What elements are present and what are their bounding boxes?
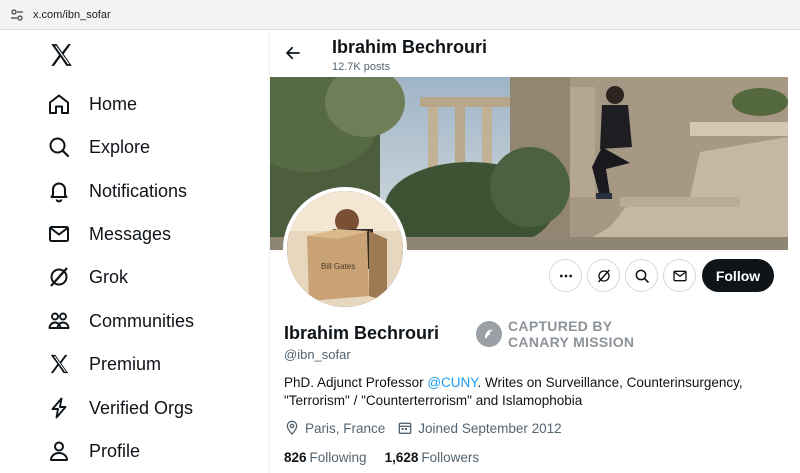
person-icon [46,438,72,464]
join-date-text: Joined September 2012 [418,420,562,436]
avatar[interactable]: Bill Gates [283,187,407,311]
sidebar-item-label: Profile [89,440,141,461]
sidebar-item-verified-orgs[interactable]: Verified Orgs [46,390,193,426]
people-icon [46,308,72,334]
sidebar-item-label: Grok [89,266,129,287]
sidebar-item-profile[interactable]: Profile [46,433,140,469]
header-name: Ibrahim Bechrouri [332,37,488,57]
box-text: Bill Gates [321,262,355,271]
sidebar-item-explore[interactable]: Explore [46,129,150,165]
following-label: Following [309,450,367,465]
grok-button[interactable] [587,259,620,292]
post-count: 12.7K posts [332,61,391,73]
sidebar-item-label: Verified Orgs [89,397,194,418]
profile-main: Ibrahim Bechrouri 12.7K posts Bill Gates… [270,30,800,473]
bio-mention-link[interactable]: @CUNY [427,375,477,390]
lightning-icon [46,395,72,421]
sidebar-item-notifications[interactable]: Notifications [46,173,187,209]
sidebar-item-messages[interactable]: Messages [46,216,171,252]
site-settings-icon[interactable] [9,7,25,23]
message-button[interactable] [663,259,696,292]
envelope-icon [46,221,72,247]
avatar-photo: Bill Gates [287,191,403,307]
back-button[interactable] [282,42,304,64]
sidebar-item-communities[interactable]: Communities [46,303,194,339]
search-icon [635,269,649,283]
watermark-line-1: CAPTURED BY [508,318,613,334]
envelope-icon [672,270,687,281]
bell-icon [46,178,72,204]
location-text: Paris, France [305,420,386,436]
sidebar-item-premium[interactable]: Premium [46,346,161,382]
grok-icon [597,269,610,282]
watermark-line-2: CANARY MISSION [508,334,635,350]
search-icon [46,134,72,160]
search-profile-button[interactable] [625,259,658,292]
watermark-text: CAPTURED BY CANARY MISSION [508,318,634,350]
home-icon [46,91,72,117]
url-text[interactable]: x.com/ibn_sofar [33,9,111,21]
more-options-button[interactable] [549,259,582,292]
follow-counts: 826 Following 1,628 Followers [284,450,497,465]
followers-count: 1,628 [384,450,419,465]
address-bar[interactable]: x.com/ibn_sofar [0,0,800,30]
following-count: 826 [284,450,307,465]
handle: @ibn_sofar [284,347,351,362]
sidebar-item-home[interactable]: Home [46,86,137,122]
sidebar-item-label: Premium [89,353,162,374]
followers-label: Followers [421,450,480,465]
profile-bio: PhD. Adjunct Professor @CUNY. Writes on … [284,374,774,410]
sidebar: Home Explore Notifications Messages Grok… [0,30,270,473]
sidebar-item-label: Home [89,93,138,114]
x-logo-icon [46,351,72,377]
sidebar-item-label: Communities [89,310,195,331]
bio-text-start: PhD. Adjunct Professor [284,375,428,390]
canary-mission-logo-icon [476,321,502,347]
location-pin-icon [286,420,298,435]
grok-icon [46,264,72,290]
calendar-icon [398,422,412,434]
sidebar-item-grok[interactable]: Grok [46,259,128,295]
join-date: Joined September 2012 [397,420,562,436]
location: Paris, France [284,420,385,436]
more-dots-icon [559,274,572,277]
profile-meta: Paris, France Joined September 2012 [284,420,574,436]
watermark: CAPTURED BY CANARY MISSION [476,318,634,350]
follow-button[interactable]: Follow [702,259,774,292]
sidebar-item-label: Notifications [89,180,188,201]
following-link[interactable]: 826 Following [284,450,367,465]
display-name: Ibrahim Bechrouri [284,323,440,343]
back-arrow-icon [286,46,300,60]
sidebar-item-label: Messages [89,223,172,244]
sidebar-item-label: Explore [89,136,151,157]
followers-link[interactable]: 1,628 Followers [385,450,480,465]
x-logo-icon[interactable] [48,42,74,68]
